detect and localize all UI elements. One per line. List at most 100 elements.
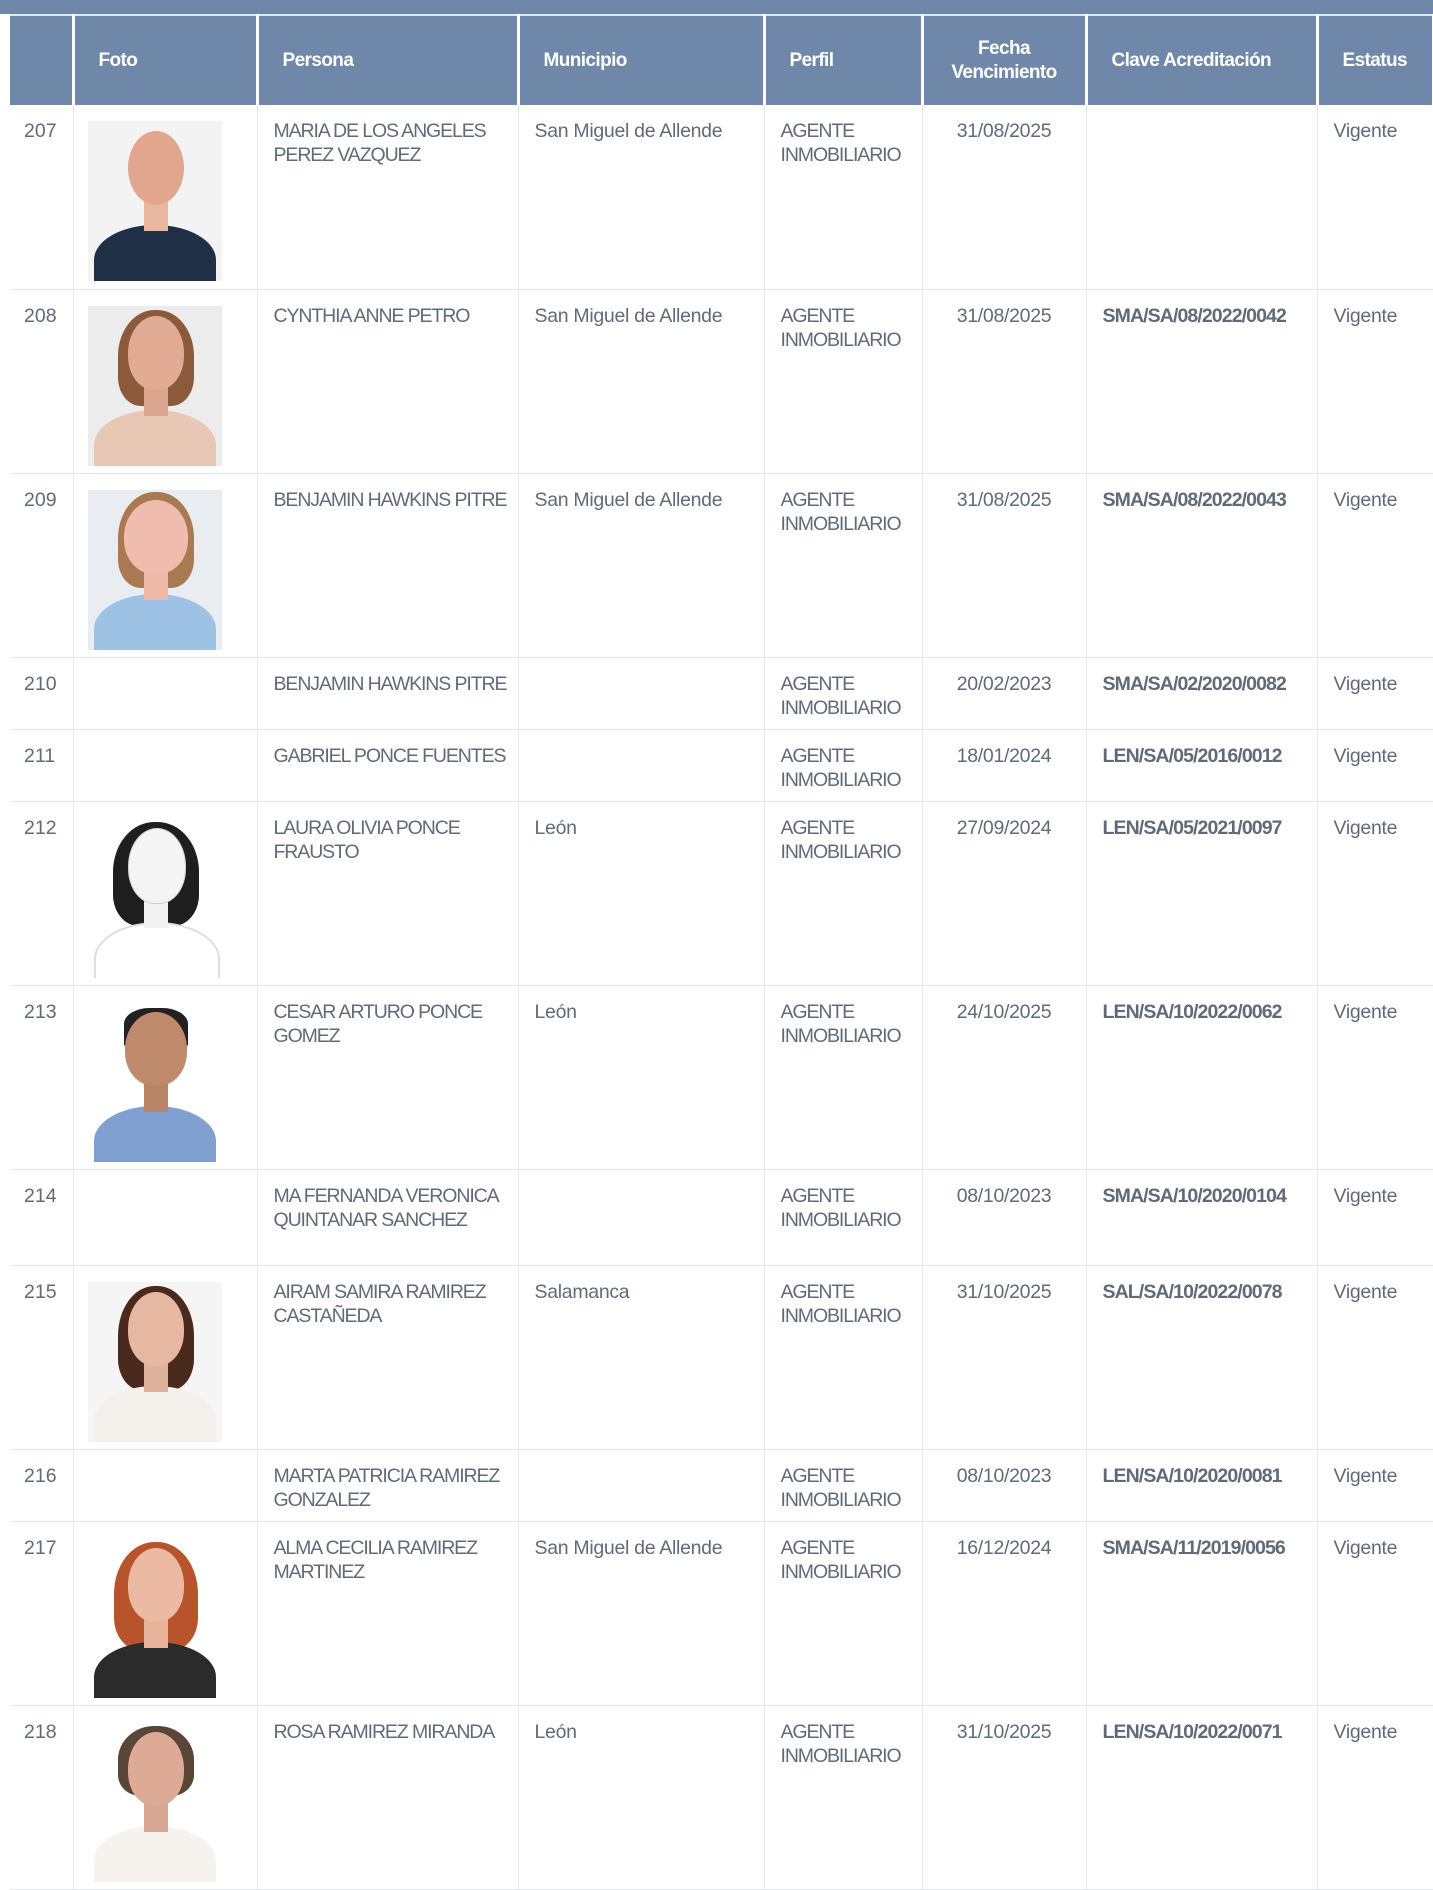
clave-acreditacion: SMA/SA/08/2022/0042 xyxy=(1086,289,1318,474)
column-header-municipio[interactable]: Municipio xyxy=(518,14,766,105)
photo-cell xyxy=(73,985,258,1170)
photo-cell xyxy=(73,1449,258,1522)
column-header-persona[interactable]: Persona xyxy=(257,14,520,105)
persona-name: GABRIEL PONCE FUENTES xyxy=(257,729,519,802)
photo-cell xyxy=(73,473,258,658)
municipio: León xyxy=(518,801,765,986)
table-row: 209 BENJAMIN HAWKINS PITRE San Miguel de… xyxy=(10,473,1433,658)
fecha-vencimiento: 08/10/2023 xyxy=(922,1449,1087,1522)
photo-cell xyxy=(73,1265,258,1450)
municipio: San Miguel de Allende xyxy=(518,473,765,658)
persona-name: MARIA DE LOS ANGELES PEREZ VAZQUEZ xyxy=(257,105,519,290)
accreditation-table: Foto Persona Municipio Perfil Fecha Venc… xyxy=(10,14,1433,1890)
fecha-vencimiento: 31/08/2025 xyxy=(922,289,1087,474)
table-row: 210 BENJAMIN HAWKINS PITRE AGENTE INMOBI… xyxy=(10,657,1433,730)
row-number: 207 xyxy=(10,105,74,290)
persona-name: AIRAM SAMIRA RAMIREZ CASTAÑEDA xyxy=(257,1265,519,1450)
photo-cell xyxy=(73,1169,258,1266)
municipio: San Miguel de Allende xyxy=(518,289,765,474)
estatus: Vigente xyxy=(1317,1705,1433,1890)
column-header-estatus[interactable]: Estatus xyxy=(1317,14,1433,105)
municipio: Salamanca xyxy=(518,1265,765,1450)
person-photo xyxy=(87,1537,222,1698)
table-row: 214 MA FERNANDA VERONICA QUINTANAR SANCH… xyxy=(10,1169,1433,1266)
clave-acreditacion: LEN/SA/10/2022/0071 xyxy=(1086,1705,1318,1890)
photo-cell xyxy=(73,1705,258,1890)
persona-name: BENJAMIN HAWKINS PITRE xyxy=(257,657,519,730)
municipio xyxy=(518,1449,765,1522)
municipio xyxy=(518,729,765,802)
table-header-row: Foto Persona Municipio Perfil Fecha Venc… xyxy=(10,14,1433,105)
clave-acreditacion: SMA/SA/02/2020/0082 xyxy=(1086,657,1318,730)
persona-name: BENJAMIN HAWKINS PITRE xyxy=(257,473,519,658)
perfil: AGENTE INMOBILIARIO xyxy=(764,657,923,730)
estatus: Vigente xyxy=(1317,289,1433,474)
row-number: 208 xyxy=(10,289,74,474)
estatus: Vigente xyxy=(1317,1169,1433,1266)
person-photo xyxy=(87,1001,222,1162)
fecha-vencimiento: 18/01/2024 xyxy=(922,729,1087,802)
row-number: 215 xyxy=(10,1265,74,1450)
estatus: Vigente xyxy=(1317,473,1433,658)
perfil: AGENTE INMOBILIARIO xyxy=(764,1705,923,1890)
column-header-perfil[interactable]: Perfil xyxy=(764,14,924,105)
row-number: 218 xyxy=(10,1705,74,1890)
photo-cell xyxy=(73,801,258,986)
column-header-fecha-vencimiento[interactable]: Fecha Vencimiento xyxy=(922,14,1088,105)
perfil: AGENTE INMOBILIARIO xyxy=(764,1449,923,1522)
column-header-foto[interactable]: Foto xyxy=(73,14,259,105)
row-number: 216 xyxy=(10,1449,74,1522)
row-number: 213 xyxy=(10,985,74,1170)
clave-acreditacion: SMA/SA/08/2022/0043 xyxy=(1086,473,1318,658)
perfil: AGENTE INMOBILIARIO xyxy=(764,1265,923,1450)
perfil: AGENTE INMOBILIARIO xyxy=(764,985,923,1170)
perfil: AGENTE INMOBILIARIO xyxy=(764,801,923,986)
row-number: 209 xyxy=(10,473,74,658)
estatus: Vigente xyxy=(1317,1521,1433,1706)
table-row: 211 GABRIEL PONCE FUENTES AGENTE INMOBIL… xyxy=(10,729,1433,802)
fecha-vencimiento: 16/12/2024 xyxy=(922,1521,1087,1706)
clave-acreditacion: SMA/SA/10/2020/0104 xyxy=(1086,1169,1318,1266)
row-number: 210 xyxy=(10,657,74,730)
column-header-clave-acreditacion[interactable]: Clave Acreditación xyxy=(1086,14,1319,105)
estatus: Vigente xyxy=(1317,729,1433,802)
photo-cell xyxy=(73,289,258,474)
table-row: 218 ROSA RAMIREZ MIRANDA León AGENTE INM… xyxy=(10,1705,1433,1890)
table-row: 207 MARIA DE LOS ANGELES PEREZ VAZQUEZ S… xyxy=(10,105,1433,290)
person-photo xyxy=(87,817,222,978)
perfil: AGENTE INMOBILIARIO xyxy=(764,1169,923,1266)
perfil: AGENTE INMOBILIARIO xyxy=(764,1521,923,1706)
table-row: 208 CYNTHIA ANNE PETRO San Miguel de All… xyxy=(10,289,1433,474)
estatus: Vigente xyxy=(1317,657,1433,730)
perfil: AGENTE INMOBILIARIO xyxy=(764,729,923,802)
person-photo xyxy=(87,489,222,650)
fecha-vencimiento: 31/08/2025 xyxy=(922,105,1087,290)
photo-cell xyxy=(73,729,258,802)
clave-acreditacion: LEN/SA/10/2020/0081 xyxy=(1086,1449,1318,1522)
persona-name: CYNTHIA ANNE PETRO xyxy=(257,289,519,474)
municipio: San Miguel de Allende xyxy=(518,105,765,290)
person-photo xyxy=(87,305,222,466)
municipio: León xyxy=(518,985,765,1170)
perfil: AGENTE INMOBILIARIO xyxy=(764,473,923,658)
column-header-num[interactable] xyxy=(10,14,75,105)
perfil: AGENTE INMOBILIARIO xyxy=(764,105,923,290)
clave-acreditacion: SMA/SA/11/2019/0056 xyxy=(1086,1521,1318,1706)
person-photo xyxy=(87,1281,222,1442)
fecha-vencimiento: 31/10/2025 xyxy=(922,1265,1087,1450)
estatus: Vigente xyxy=(1317,801,1433,986)
photo-cell xyxy=(73,105,258,290)
fecha-vencimiento: 08/10/2023 xyxy=(922,1169,1087,1266)
municipio xyxy=(518,1169,765,1266)
table-row: 217 ALMA CECILIA RAMIREZ MARTINEZ San Mi… xyxy=(10,1521,1433,1706)
perfil: AGENTE INMOBILIARIO xyxy=(764,289,923,474)
persona-name: MA FERNANDA VERONICA QUINTANAR SANCHEZ xyxy=(257,1169,519,1266)
clave-acreditacion xyxy=(1086,105,1318,290)
estatus: Vigente xyxy=(1317,985,1433,1170)
table-row: 215 AIRAM SAMIRA RAMIREZ CASTAÑEDA Salam… xyxy=(10,1265,1433,1450)
clave-acreditacion: SAL/SA/10/2022/0078 xyxy=(1086,1265,1318,1450)
table-row: 212 LAURA OLIVIA PONCE FRAUSTO León AGEN… xyxy=(10,801,1433,986)
clave-acreditacion: LEN/SA/10/2022/0062 xyxy=(1086,985,1318,1170)
row-number: 214 xyxy=(10,1169,74,1266)
fecha-vencimiento: 31/10/2025 xyxy=(922,1705,1087,1890)
